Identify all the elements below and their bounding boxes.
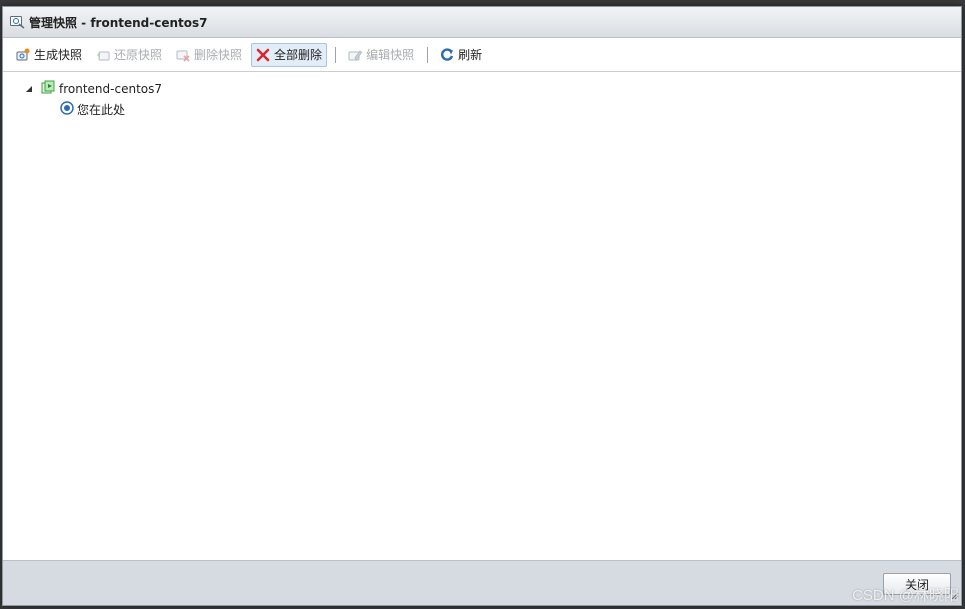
revert-snapshot-icon	[97, 51, 110, 60]
revert-snapshot-button[interactable]: 还原快照	[91, 43, 167, 67]
manage-snapshots-dialog: 管理快照 - frontend-centos7 生成快照 还原快照 删除快照 全…	[2, 6, 962, 606]
delete-all-button[interactable]: 全部删除	[251, 42, 328, 67]
delete-all-label: 全部删除	[274, 48, 323, 62]
delete-snapshot-icon	[176, 50, 190, 62]
delete-snapshot-button[interactable]: 删除快照	[171, 43, 247, 67]
vm-name-label: frontend-centos7	[59, 82, 163, 96]
red-x-icon	[256, 48, 270, 61]
current-state-label: 您在此处	[77, 102, 126, 117]
vm-icon	[41, 80, 56, 98]
edit-snapshot-label: 编辑快照	[366, 48, 415, 62]
revert-snapshot-label: 还原快照	[114, 48, 163, 62]
dialog-title: 管理快照 - frontend-centos7	[29, 15, 208, 30]
create-snapshot-label: 生成快照	[34, 48, 83, 62]
tree-node-vm[interactable]: frontend-centos7	[25, 80, 162, 98]
watermark: CSDN @林晓阳	[852, 587, 959, 604]
title-bar[interactable]: 管理快照 - frontend-centos7	[3, 7, 961, 38]
snapshot-manager-icon	[9, 13, 25, 32]
edit-snapshot-icon	[348, 49, 363, 60]
dialog-footer: 关闭	[3, 560, 961, 605]
camera-create-icon	[16, 48, 30, 60]
refresh-button[interactable]: 刷新	[435, 43, 487, 67]
toolbar-separator	[427, 46, 429, 63]
you-are-here-icon	[60, 100, 74, 118]
toolbar: 生成快照 还原快照 删除快照 全部删除 编辑快照 刷新	[3, 38, 961, 72]
tree-node-current-state[interactable]: 您在此处	[60, 100, 125, 118]
snapshot-tree: frontend-centos7 您在此处	[3, 72, 961, 561]
refresh-icon	[441, 47, 454, 61]
refresh-label: 刷新	[458, 48, 483, 62]
collapse-triangle-icon[interactable]	[25, 82, 39, 96]
toolbar-separator	[335, 46, 337, 63]
create-snapshot-button[interactable]: 生成快照	[11, 43, 87, 67]
edit-snapshot-button[interactable]: 编辑快照	[343, 43, 419, 67]
delete-snapshot-label: 删除快照	[194, 48, 243, 62]
